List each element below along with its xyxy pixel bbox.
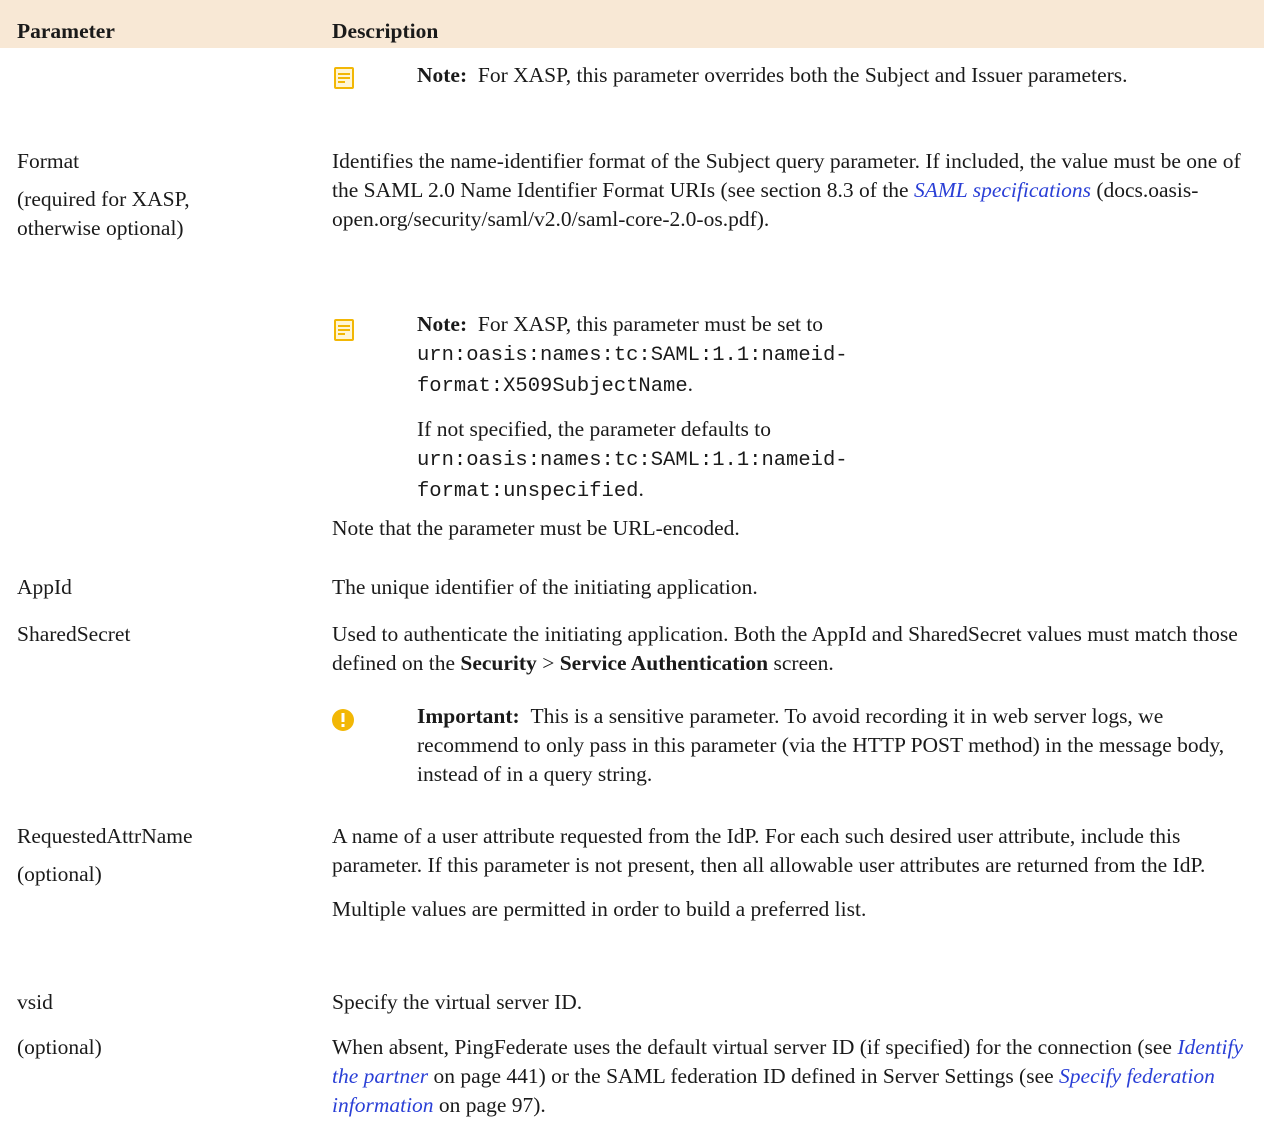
param-name: RequestedAttrName bbox=[17, 824, 193, 848]
saml-specifications-link[interactable]: SAML specifications bbox=[914, 178, 1091, 202]
param-qualifier: (required for XASP, otherwise optional) bbox=[17, 187, 190, 240]
desc-vsid: Specify the virtual server ID. When abse… bbox=[332, 988, 1247, 1120]
desc-text-4: on page 97). bbox=[433, 1093, 546, 1117]
note-overrides: Note: For XASP, this parameter overrides… bbox=[417, 61, 1207, 90]
note-default-text: If not specified, the parameter defaults… bbox=[417, 417, 772, 441]
desc-text-2: When absent, PingFederate uses the defau… bbox=[332, 1035, 1178, 1059]
separator: > bbox=[536, 651, 560, 675]
desc-text-3: on page 441) or the SAML federation ID d… bbox=[428, 1064, 1060, 1088]
param-vsid: vsid (optional) bbox=[17, 988, 307, 1062]
desc-text-2: Multiple values are permitted in order t… bbox=[332, 897, 867, 921]
param-appid: AppId bbox=[17, 575, 72, 599]
param-name: vsid bbox=[17, 990, 53, 1014]
note-icon bbox=[333, 318, 355, 350]
param-sharedsecret: SharedSecret bbox=[17, 622, 131, 646]
table-header: Parameter Description bbox=[0, 0, 1264, 48]
period: . bbox=[638, 477, 644, 501]
desc-appid: The unique identifier of the initiating … bbox=[332, 575, 758, 599]
param-qualifier: (optional) bbox=[17, 862, 102, 886]
note-icon bbox=[333, 66, 355, 98]
param-qualifier: (optional) bbox=[17, 1035, 102, 1059]
code-unspecified: urn:oasis:names:tc:SAML:1.1:nameid-forma… bbox=[417, 449, 848, 503]
important-label: Important: bbox=[417, 704, 520, 728]
period: . bbox=[687, 372, 694, 396]
column-header-description: Description bbox=[332, 19, 439, 43]
desc-text: A name of a user attribute requested fro… bbox=[332, 824, 1206, 877]
note-format: Note: For XASP, this parameter must be s… bbox=[417, 310, 1017, 506]
desc-format: Identifies the name-identifier format of… bbox=[332, 147, 1247, 234]
note-text: For XASP, this parameter overrides both … bbox=[477, 63, 1128, 87]
important-sharedsecret: Important: This is a sensitive parameter… bbox=[417, 702, 1252, 789]
param-format: Format (required for XASP, otherwise opt… bbox=[17, 147, 307, 243]
desc-sharedsecret: Used to authenticate the initiating appl… bbox=[332, 620, 1264, 678]
param-name: Format bbox=[17, 149, 80, 173]
desc-text: Specify the virtual server ID. bbox=[332, 990, 583, 1014]
security-menu-ref: Security bbox=[460, 651, 537, 675]
param-requestedattrname: RequestedAttrName (optional) bbox=[17, 822, 307, 889]
code-x509: urn:oasis:names:tc:SAML:1.1:nameid-forma… bbox=[417, 344, 848, 398]
desc-text-2: screen. bbox=[768, 651, 834, 675]
note-label: Note: bbox=[417, 312, 468, 336]
important-icon bbox=[331, 708, 355, 740]
desc-requestedattrname: A name of a user attribute requested fro… bbox=[332, 822, 1264, 924]
format-footer: Note that the parameter must be URL-enco… bbox=[332, 516, 740, 540]
column-header-parameter: Parameter bbox=[17, 19, 115, 43]
service-auth-ref: Service Authentication bbox=[559, 651, 769, 675]
important-text: This is a sensitive parameter. To avoid … bbox=[417, 704, 1225, 786]
note-text: For XASP, this parameter must be set to bbox=[477, 312, 824, 336]
note-label: Note: bbox=[417, 63, 468, 87]
